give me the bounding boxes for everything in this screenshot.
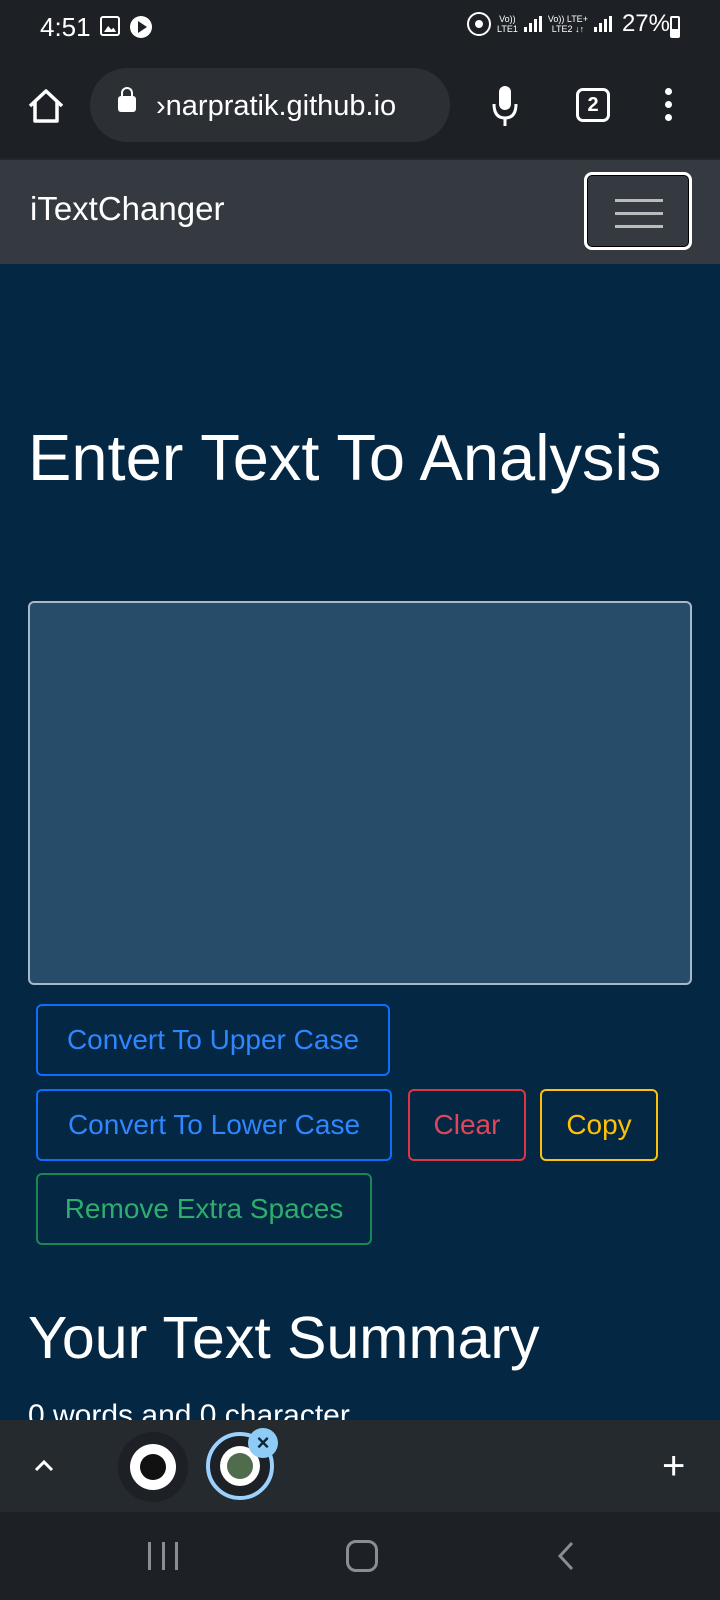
site-navbar: iTextChanger [0, 158, 720, 264]
more-options-icon[interactable] [660, 88, 676, 124]
page-heading: Enter Text To Analysis [28, 421, 662, 494]
clear-button[interactable]: Clear [408, 1089, 526, 1161]
signal-icon [523, 16, 542, 32]
lower-case-button[interactable]: Convert To Lower Case [36, 1089, 392, 1161]
address-bar[interactable]: ›narpratik.github.io [90, 68, 450, 142]
upper-case-button[interactable]: Convert To Upper Case [36, 1004, 390, 1076]
tab-thumbnail[interactable] [118, 1432, 188, 1502]
sim2-network: Vo)) LTE+ LTE2 ↓↑ [547, 14, 588, 34]
status-bar: 4:51 Vo)) LTE1 Vo)) LTE+ LTE2 ↓↑ 27% [0, 0, 720, 56]
signal-icon [593, 16, 612, 32]
battery-icon [670, 16, 680, 38]
hotspot-icon [467, 12, 491, 36]
tab-switcher-button[interactable]: 2 [576, 88, 610, 122]
lock-icon [118, 87, 136, 112]
globe-icon [130, 1444, 176, 1490]
main-content: Enter Text To Analysis Convert To Upper … [0, 264, 720, 1420]
browser-tab-strip: × + [0, 1420, 720, 1512]
hamburger-icon [615, 199, 663, 202]
home-icon[interactable] [26, 86, 66, 126]
copy-button[interactable]: Copy [540, 1089, 658, 1161]
close-tab-icon[interactable]: × [248, 1428, 278, 1458]
url-text[interactable]: ›narpratik.github.io [156, 90, 436, 123]
browser-toolbar: ›narpratik.github.io 2 [0, 56, 720, 158]
navbar-toggler-button[interactable] [584, 172, 692, 250]
back-icon[interactable] [556, 1540, 576, 1572]
remove-spaces-button[interactable]: Remove Extra Spaces [36, 1173, 372, 1245]
brand-link[interactable]: iTextChanger [30, 190, 224, 228]
battery-percent: 27% [621, 10, 670, 37]
gallery-notification-icon [100, 16, 120, 36]
recent-apps-icon[interactable] [148, 1542, 178, 1570]
system-nav-bar [0, 1512, 720, 1600]
new-tab-button[interactable]: + [662, 1446, 685, 1486]
chevron-up-icon[interactable] [34, 1456, 54, 1476]
status-time: 4:51 [40, 12, 91, 42]
system-home-icon[interactable] [346, 1540, 378, 1572]
summary-heading: Your Text Summary [28, 1305, 540, 1371]
summary-text: 0 words and 0 character [28, 1399, 350, 1420]
text-input-area[interactable] [28, 601, 692, 985]
microphone-icon[interactable] [490, 82, 520, 132]
play-notification-icon [130, 16, 152, 38]
sim1-network: Vo)) LTE1 [497, 14, 518, 34]
